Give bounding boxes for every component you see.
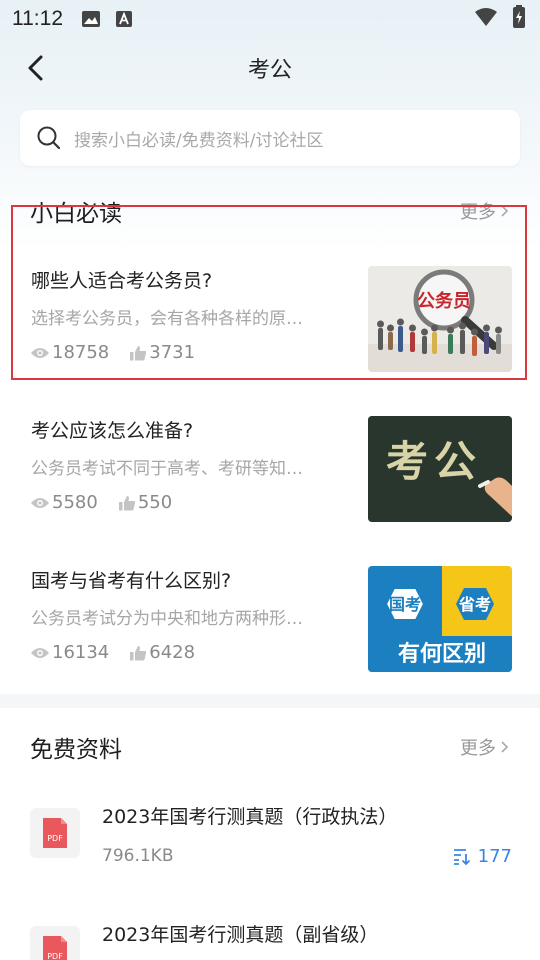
file-title: 2023年国考行测真题（行政执法） [102, 806, 398, 828]
article-card[interactable]: 考公应该怎么准备? 公务员考试不同于高考、考研等知… 5580 550 考公 [30, 416, 512, 522]
search-icon [36, 125, 62, 151]
thumbs-up-icon [130, 345, 147, 360]
article-thumbnail: 公务员 [368, 266, 512, 372]
search-placeholder: 搜索小白必读/免费资料/讨论社区 [74, 130, 324, 151]
page-title: 考公 [247, 58, 292, 83]
thumbs-up-icon [130, 645, 147, 660]
file-title: 2023年国考行测真题（副省级） [102, 924, 379, 946]
likes-count: 3731 [149, 342, 196, 363]
pdf-file-icon: PDF [30, 808, 80, 858]
section-title: 免费资料 [30, 737, 122, 763]
more-label: 更多 [460, 202, 496, 223]
files-more-link[interactable]: 更多 [460, 734, 510, 760]
article-thumbnail: 国考 省考 有何区别 [368, 566, 512, 672]
download-count-value: 177 [477, 846, 512, 867]
gallery-icon [81, 10, 101, 28]
eye-icon [31, 647, 49, 658]
file-item[interactable]: PDF 2023年国考行测真题（副省级） [30, 920, 512, 960]
search-input[interactable]: 搜索小白必读/免费资料/讨论社区 [20, 110, 520, 166]
likes-count: 6428 [149, 642, 196, 663]
views-count: 5580 [52, 492, 98, 513]
svg-text:PDF: PDF [47, 952, 63, 960]
section-title: 小白必读 [30, 201, 122, 227]
article-stats: 18758 3731 [30, 342, 215, 363]
file-size: 796.1KB [102, 846, 174, 866]
article-title: 国考与省考有什么区别? [31, 570, 232, 592]
views-stat: 16134 [30, 642, 109, 663]
pdf-file-icon: PDF [30, 926, 80, 960]
article-thumbnail: 考公 [368, 416, 512, 522]
thumb-text: 公务员 [417, 290, 471, 312]
status-bar: 11:12 [0, 0, 540, 38]
battery-icon [512, 5, 526, 33]
eye-icon [31, 347, 49, 358]
download-count: 177 [452, 846, 512, 867]
views-count: 16134 [52, 642, 110, 663]
article-title: 哪些人适合考公务员? [31, 270, 213, 292]
likes-stat: 550 [118, 492, 172, 513]
files-section-header: 免费资料 更多 [30, 730, 510, 764]
article-card[interactable]: 国考与省考有什么区别? 公务员考试分为中央和地方两种形… 16134 6428 … [30, 566, 512, 672]
article-card[interactable]: 哪些人适合考公务员? 选择考公务员，会有各种各样的原… 18758 3731 公… [30, 266, 512, 372]
article-summary: 选择考公务员，会有各种各样的原… [31, 309, 303, 329]
chevron-right-icon [501, 741, 509, 753]
status-time: 11:12 [12, 7, 63, 30]
font-a-icon [115, 10, 133, 28]
thumb-text-right: 省考 [458, 595, 491, 614]
article-title: 考公应该怎么准备? [31, 420, 194, 442]
article-summary: 公务员考试不同于高考、考研等知… [31, 459, 303, 479]
thumb-text-left: 国考 [389, 595, 421, 614]
file-item[interactable]: PDF 2023年国考行测真题（行政执法） 796.1KB 177 [30, 802, 512, 882]
svg-text:PDF: PDF [47, 834, 63, 843]
views-stat: 5580 [30, 492, 98, 513]
thumb-text: 考公 [386, 437, 482, 486]
eye-icon [31, 497, 49, 508]
chevron-right-icon [501, 205, 509, 217]
section-divider [0, 694, 540, 708]
guide-more-link[interactable]: 更多 [460, 198, 510, 224]
wifi-icon [474, 7, 498, 31]
views-count: 18758 [52, 342, 110, 363]
thumbs-up-icon [118, 495, 135, 510]
likes-stat: 6428 [129, 642, 195, 663]
download-list-icon [453, 848, 470, 865]
likes-count: 550 [137, 492, 173, 513]
guide-section-header: 小白必读 更多 [30, 194, 510, 228]
article-stats: 5580 550 [30, 492, 192, 513]
article-stats: 16134 6428 [30, 642, 215, 663]
article-summary: 公务员考试分为中央和地方两种形… [31, 609, 303, 629]
app-header: 考公 [0, 40, 540, 96]
more-label: 更多 [460, 738, 496, 759]
likes-stat: 3731 [129, 342, 195, 363]
thumb-text-bottom: 有何区别 [398, 641, 486, 667]
views-stat: 18758 [30, 342, 109, 363]
